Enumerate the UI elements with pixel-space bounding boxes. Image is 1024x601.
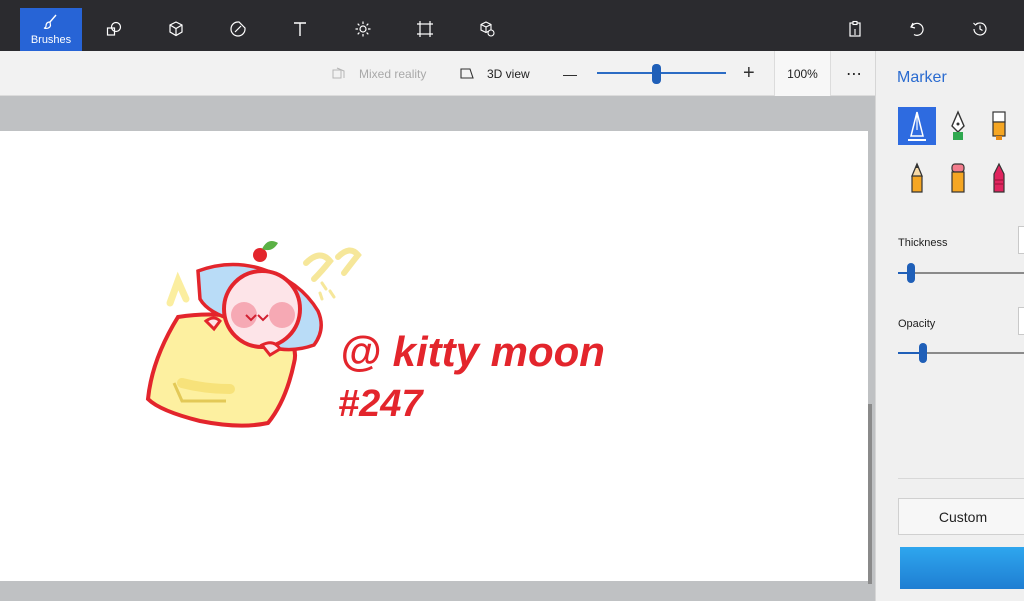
2d-shapes-icon bbox=[106, 21, 122, 36]
thickness-label: Thickness bbox=[898, 237, 948, 249]
brushes-tool-label: Brushes bbox=[30, 34, 72, 46]
calligraphy-pen-icon bbox=[951, 110, 965, 140]
effects-icon bbox=[355, 21, 371, 37]
zoom-percentage[interactable]: 100% bbox=[774, 51, 831, 96]
custom-color-label: Custom bbox=[938, 508, 988, 525]
opacity-slider-thumb[interactable] bbox=[919, 343, 927, 363]
stickers-tool-button[interactable] bbox=[207, 7, 269, 51]
current-color-swatch[interactable] bbox=[900, 547, 1024, 589]
pencil-brush-button[interactable] bbox=[898, 159, 936, 197]
drawing-artwork: @ kitty moon #247 bbox=[145, 241, 605, 428]
eraser-brush-button[interactable] bbox=[939, 159, 977, 197]
text-tool-button[interactable] bbox=[269, 7, 331, 51]
paste-button[interactable] bbox=[824, 7, 886, 51]
brush-panel: Marker Thickness Opacity Custom bbox=[875, 51, 1024, 601]
zoom-out-button[interactable]: — bbox=[563, 51, 577, 96]
2d-shapes-tool-button[interactable] bbox=[83, 7, 145, 51]
character-cheek bbox=[269, 302, 295, 328]
marker-brush-button[interactable] bbox=[898, 107, 936, 145]
undo-icon bbox=[910, 22, 924, 36]
brushes-tool-button[interactable]: Brushes bbox=[20, 8, 82, 51]
zoom-in-button[interactable]: + bbox=[743, 51, 755, 96]
canvas-tool-button[interactable] bbox=[394, 7, 456, 51]
zoom-slider-track[interactable] bbox=[597, 72, 726, 74]
text-icon bbox=[294, 22, 306, 36]
sparkle-mark bbox=[335, 247, 362, 276]
signature-line1: @ kitty moon bbox=[340, 328, 605, 375]
apple-stem bbox=[253, 248, 267, 262]
eraser-icon bbox=[951, 163, 965, 193]
3d-shapes-tool-button[interactable] bbox=[145, 7, 207, 51]
calligraphy-pen-brush-button[interactable] bbox=[939, 107, 977, 145]
zoom-slider-thumb[interactable] bbox=[652, 64, 661, 84]
brushes-icon bbox=[43, 14, 57, 29]
top-toolbar: Brushes bbox=[0, 0, 1024, 51]
thickness-slider-track[interactable] bbox=[898, 272, 1024, 274]
more-options-button[interactable]: ⋯ bbox=[846, 51, 862, 96]
mixed-reality-label: Mixed reality bbox=[359, 66, 427, 81]
3d-view-button[interactable]: 3D view bbox=[459, 51, 530, 96]
signature-line2: #247 bbox=[338, 383, 424, 425]
more-icon: ⋯ bbox=[846, 65, 862, 83]
3d-library-icon bbox=[480, 21, 495, 37]
canvas-vertical-scrollbar[interactable] bbox=[868, 404, 872, 584]
panel-title: Marker bbox=[897, 69, 947, 86]
panel-divider bbox=[898, 478, 1024, 479]
minus-icon: — bbox=[563, 65, 577, 82]
3d-view-icon bbox=[460, 67, 474, 79]
zoom-value: 100% bbox=[787, 66, 818, 81]
oil-brush-button[interactable] bbox=[980, 107, 1018, 145]
mixed-reality-button[interactable]: Mixed reality bbox=[331, 51, 426, 96]
paste-icon bbox=[849, 20, 861, 37]
oil-brush-icon bbox=[992, 111, 1006, 140]
character-cheek bbox=[231, 302, 257, 328]
thickness-slider-thumb[interactable] bbox=[907, 263, 915, 283]
thickness-input[interactable] bbox=[1018, 226, 1024, 254]
undo-button[interactable] bbox=[886, 7, 948, 51]
plus-icon: + bbox=[743, 62, 755, 84]
sparkle-mark bbox=[303, 252, 334, 282]
pillow-highlight bbox=[177, 378, 235, 394]
leaf-shape bbox=[262, 241, 278, 251]
sparkle-mark bbox=[166, 271, 190, 307]
crayon-brush-button[interactable] bbox=[980, 159, 1018, 197]
history-button[interactable] bbox=[949, 7, 1011, 51]
3d-shapes-icon bbox=[169, 21, 183, 37]
marker-icon bbox=[908, 111, 926, 141]
sparkle-mark bbox=[318, 281, 336, 301]
crayon-icon bbox=[993, 162, 1005, 193]
opacity-input[interactable] bbox=[1018, 307, 1024, 335]
effects-tool-button[interactable] bbox=[332, 7, 394, 51]
3d-library-tool-button[interactable] bbox=[456, 7, 518, 51]
stickers-icon bbox=[230, 21, 246, 37]
canvas-icon bbox=[417, 21, 433, 37]
3d-view-label: 3D view bbox=[487, 66, 530, 81]
history-icon bbox=[973, 22, 987, 36]
mixed-reality-icon bbox=[332, 67, 345, 78]
drawing-canvas[interactable]: @ kitty moon #247 bbox=[0, 131, 868, 581]
pencil-icon bbox=[911, 162, 923, 193]
opacity-label: Opacity bbox=[898, 318, 936, 330]
custom-color-button[interactable]: Custom bbox=[898, 498, 1024, 535]
